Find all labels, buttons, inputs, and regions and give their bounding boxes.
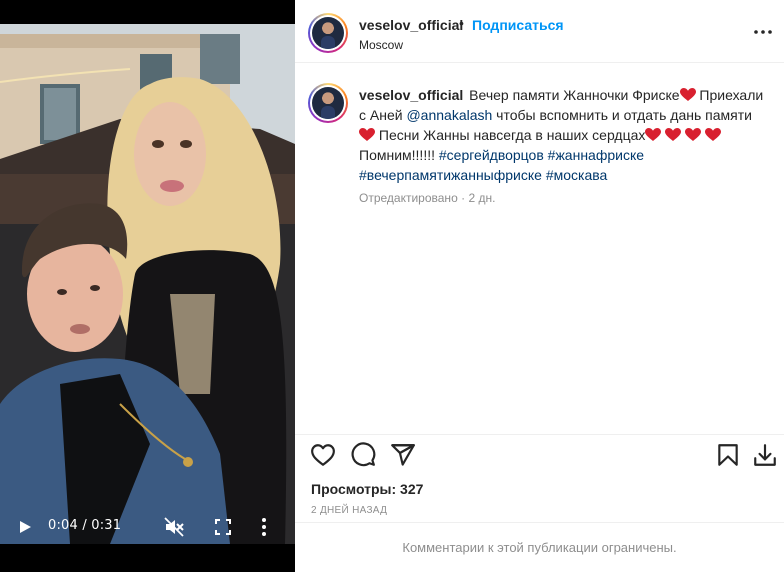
fullscreen-icon[interactable] <box>212 516 234 538</box>
heart-emoji-icon <box>359 128 375 141</box>
video-time: 0:04 / 0:31 <box>48 518 122 533</box>
video-still-image <box>0 24 295 544</box>
instagram-post-viewer: 0:04 / 0:31 veselov_official • Подписать… <box>0 0 784 572</box>
comments-disabled-notice: Комментарии к этой публикации ограничены… <box>295 522 784 572</box>
video-controls: 0:04 / 0:31 <box>0 508 295 544</box>
hashtag-link[interactable]: #жаннафриске <box>548 147 644 163</box>
bookmark-icon[interactable] <box>715 442 741 468</box>
edited-age[interactable]: 2 дн. <box>468 191 495 205</box>
caption-username[interactable]: veselov_official <box>359 87 463 103</box>
follow-button[interactable]: Подписаться <box>472 17 564 33</box>
post-header: veselov_official • Подписаться Moscow <box>295 0 784 63</box>
caption-part: Вечер памяти Жанночки Фриске <box>469 87 680 103</box>
video-pane: 0:04 / 0:31 <box>0 0 295 572</box>
more-horizontal-icon[interactable] <box>753 22 773 42</box>
views-count[interactable]: Просмотры: 327 <box>311 481 423 497</box>
share-icon[interactable] <box>390 442 416 468</box>
heart-emoji-icon <box>679 88 696 101</box>
volume-muted-icon[interactable] <box>162 515 186 539</box>
caption-text: veselov_official Вечер памяти Жанночки Ф… <box>359 85 769 185</box>
post-info-pane: veselov_official • Подписаться Moscow ve… <box>295 0 784 572</box>
download-icon[interactable] <box>752 442 778 468</box>
play-icon[interactable] <box>14 516 36 538</box>
video-frame[interactable]: 0:04 / 0:31 <box>0 24 295 544</box>
caption-area: veselov_official Вечер памяти Жанночки Ф… <box>295 64 784 434</box>
post-actions-bar <box>295 434 784 474</box>
avatar[interactable] <box>308 13 348 53</box>
mention-link[interactable]: @annakalash <box>406 107 492 123</box>
heart-emoji-icon <box>645 128 662 141</box>
header-username[interactable]: veselov_official <box>359 17 463 33</box>
caption-part: Песни Жанны навсегда в наших сердцах <box>375 127 646 143</box>
heart-emoji-icon <box>665 128 682 141</box>
heart-emoji-icon <box>685 128 702 141</box>
location-link[interactable]: Moscow <box>359 38 403 52</box>
post-date[interactable]: 2 ДНЕЙ НАЗАД <box>311 505 387 516</box>
edited-timestamp: Отредактировано · 2 дн. <box>359 191 495 205</box>
caption-part: чтобы вспомнить и отдать дань памяти <box>492 107 752 123</box>
heart-icon[interactable] <box>310 442 336 468</box>
edited-label: Отредактировано <box>359 191 458 205</box>
comment-icon[interactable] <box>350 442 376 468</box>
avatar[interactable] <box>308 83 348 123</box>
edited-dot: · <box>461 191 466 205</box>
heart-emoji-icon <box>705 128 722 141</box>
header-separator: • <box>459 15 464 31</box>
hashtag-link[interactable]: #сергейдворцов <box>439 147 544 163</box>
more-vertical-icon[interactable] <box>252 515 276 539</box>
hashtag-link[interactable]: #москава <box>546 167 607 183</box>
hashtag-link[interactable]: #вечерпамятижанныфриске <box>359 167 542 183</box>
caption-part: Помним!!!!!! <box>359 147 439 163</box>
